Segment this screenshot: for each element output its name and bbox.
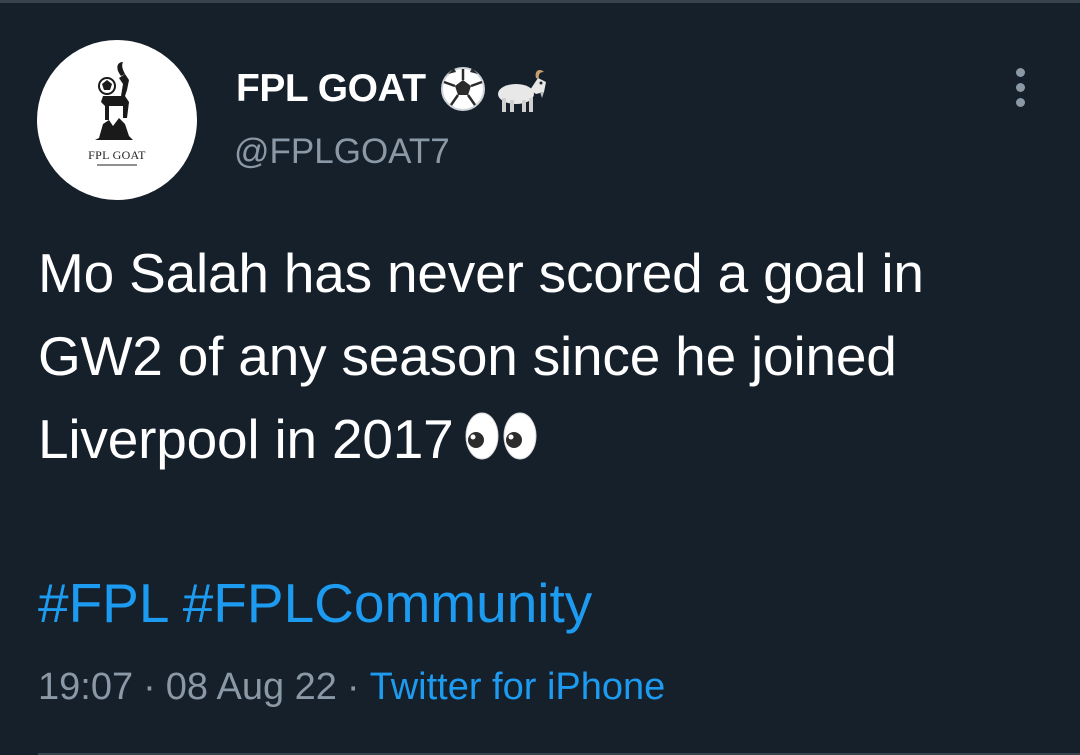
- display-name[interactable]: FPL GOAT: [236, 67, 426, 111]
- eyes-icon: [465, 412, 537, 460]
- avatar-caption: FPL GOAT: [88, 148, 146, 162]
- tweet-time[interactable]: 19:07: [38, 666, 133, 708]
- name-emojis: [438, 64, 550, 114]
- tweet-detail: FPL GOAT FPL GOAT @FPLGOAT7 Mo Salah has…: [0, 0, 1080, 755]
- hashtag-fplcommunity[interactable]: #FPLCommunity: [183, 572, 593, 634]
- soccer-ball-icon: [440, 67, 485, 111]
- tweet-text: Mo Salah has never scored a goal in GW2 …: [38, 232, 1048, 481]
- author-handle[interactable]: @FPLGOAT7: [234, 132, 450, 172]
- goat-logo-icon: [95, 62, 137, 166]
- tweet-source-link[interactable]: Twitter for iPhone: [370, 666, 666, 708]
- top-divider: [0, 0, 1080, 3]
- meta-separator: ·: [143, 666, 156, 708]
- hashtag-fpl[interactable]: #FPL: [38, 572, 167, 634]
- hashtags: #FPL #FPLCommunity: [38, 568, 592, 638]
- tweet-metadata: 19:07 · 08 Aug 22 · Twitter for iPhone: [38, 662, 665, 712]
- author-name-row[interactable]: FPL GOAT: [236, 64, 550, 114]
- meta-separator: ·: [346, 666, 360, 708]
- avatar[interactable]: FPL GOAT: [37, 40, 197, 200]
- tweet-date[interactable]: 08 Aug 22: [166, 666, 337, 708]
- more-options-icon[interactable]: [1008, 68, 1032, 108]
- goat-icon: [497, 70, 546, 112]
